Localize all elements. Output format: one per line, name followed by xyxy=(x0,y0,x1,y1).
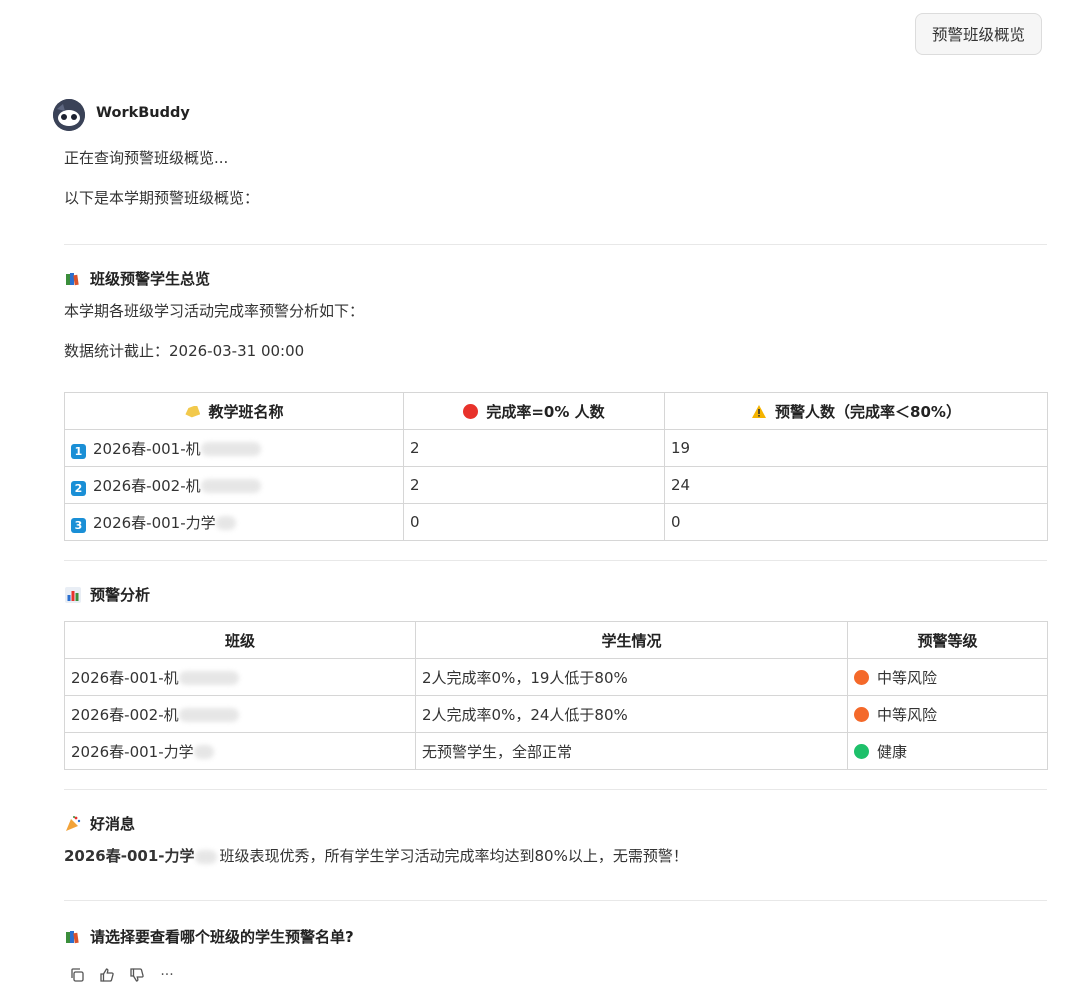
analysis-table: 班级 学生情况 预警等级 2026春-001-机 2人完成率0%，19人低于80… xyxy=(64,621,1048,770)
column-header-warning-count: 预警人数（完成率＜80%） xyxy=(664,392,1048,430)
label-tag-icon xyxy=(184,404,201,417)
level-cell: 中等风险 xyxy=(847,658,1048,696)
column-header-class: 班级 xyxy=(64,621,416,659)
table-row: 2026春-002-机 2人完成率0%，24人低于80% 中等风险 xyxy=(64,695,1048,733)
zero-rate-cell: 2 xyxy=(403,429,665,467)
warning-count-cell: 19 xyxy=(664,429,1048,467)
good-news-class: 2026春-001-力学 xyxy=(64,847,195,865)
good-news-title: 好消息 xyxy=(90,815,136,833)
overview-heading: 班级预警学生总览 xyxy=(64,268,210,289)
column-header-class-name: 教学班名称 xyxy=(64,392,404,430)
class-name-cell: 2 2026春-002-机 xyxy=(64,466,404,504)
class-name-cell: 3 2026春-001-力学 xyxy=(64,503,404,541)
thumbs-up-icon[interactable] xyxy=(98,966,116,984)
status-cell: 2人完成率0%，24人低于80% xyxy=(415,695,848,733)
bar-chart-icon xyxy=(64,586,82,604)
party-popper-icon xyxy=(64,815,82,833)
good-news-heading: 好消息 xyxy=(64,813,135,834)
question-heading: 请选择要查看哪个班级的学生预警名单? xyxy=(64,926,354,947)
level-cell: 中等风险 xyxy=(847,695,1048,733)
data-cutoff: 数据统计截止：2026-03-31 00:00 xyxy=(64,342,305,360)
orange-circle-icon xyxy=(854,706,869,722)
redacted-text xyxy=(178,671,239,685)
redacted-text xyxy=(193,745,214,759)
class-cell: 2026春-001-力学 xyxy=(64,732,416,770)
intro-message: 以下是本学期预警班级概览： xyxy=(64,189,260,207)
table-row: 1 2026春-001-机 2 19 xyxy=(64,429,1048,467)
warning-count-cell: 0 xyxy=(664,503,1048,541)
workbuddy-avatar xyxy=(53,99,85,131)
warning-icon xyxy=(751,404,767,419)
good-news-text: 2026春-001-力学 班级表现优秀，所有学生学习活动完成率均达到80%以上，无… xyxy=(64,847,688,865)
copy-icon[interactable] xyxy=(68,966,86,984)
table-header-row: 班级 学生情况 预警等级 xyxy=(64,621,1048,659)
divider xyxy=(64,789,1047,790)
class-warning-overview-button[interactable]: 预警班级概览 xyxy=(915,13,1042,55)
overview-description: 本学期各班级学习活动完成率预警分析如下： xyxy=(64,302,365,320)
books-icon xyxy=(64,928,82,946)
overview-title: 班级预警学生总览 xyxy=(90,270,211,288)
number-1-badge: 1 xyxy=(71,443,86,459)
redacted-text xyxy=(200,479,261,493)
thumbs-down-icon[interactable] xyxy=(128,966,146,984)
redacted-text xyxy=(200,442,261,456)
table-row: 2026春-001-机 2人完成率0%，19人低于80% 中等风险 xyxy=(64,658,1048,696)
more-icon[interactable]: ··· xyxy=(158,966,176,984)
message-actions: ··· xyxy=(68,966,176,984)
column-header-zero-rate: 完成率=0% 人数 xyxy=(403,392,665,430)
loading-message: 正在查询预警班级概览... xyxy=(64,149,229,167)
green-circle-icon xyxy=(854,743,869,759)
class-cell: 2026春-002-机 xyxy=(64,695,416,733)
column-header-student-status: 学生情况 xyxy=(415,621,848,659)
table-row: 2 2026春-002-机 2 24 xyxy=(64,466,1048,504)
sender-name: WorkBuddy xyxy=(96,105,190,121)
table-row: 2026春-001-力学 无预警学生，全部正常 健康 xyxy=(64,732,1048,770)
column-header-warning-level: 预警等级 xyxy=(847,621,1048,659)
class-cell: 2026春-001-机 xyxy=(64,658,416,696)
zero-rate-cell: 2 xyxy=(403,466,665,504)
books-icon xyxy=(64,270,82,288)
status-cell: 无预警学生，全部正常 xyxy=(415,732,848,770)
number-3-badge: 3 xyxy=(71,517,86,533)
level-cell: 健康 xyxy=(847,732,1048,770)
red-circle-icon xyxy=(463,403,479,419)
analysis-title: 预警分析 xyxy=(90,586,151,604)
redacted-text xyxy=(194,849,217,864)
table-header-row: 教学班名称 完成率=0% 人数 预警人数（完成率＜80%） xyxy=(64,392,1048,430)
redacted-text xyxy=(178,708,239,722)
divider xyxy=(64,244,1047,245)
table-row: 3 2026春-001-力学 0 0 xyxy=(64,503,1048,541)
overview-table: 教学班名称 完成率=0% 人数 预警人数（完成率＜80%） 1 2026春-001… xyxy=(64,392,1048,541)
class-name-cell: 1 2026春-001-机 xyxy=(64,429,404,467)
status-cell: 2人完成率0%，19人低于80% xyxy=(415,658,848,696)
redacted-text xyxy=(215,516,236,530)
warning-count-cell: 24 xyxy=(664,466,1048,504)
divider xyxy=(64,560,1047,561)
analysis-heading: 预警分析 xyxy=(64,584,150,605)
divider xyxy=(64,900,1047,901)
question-text: 请选择要查看哪个班级的学生预警名单? xyxy=(90,928,354,946)
zero-rate-cell: 0 xyxy=(403,503,665,541)
orange-circle-icon xyxy=(854,669,869,685)
number-2-badge: 2 xyxy=(71,480,86,496)
